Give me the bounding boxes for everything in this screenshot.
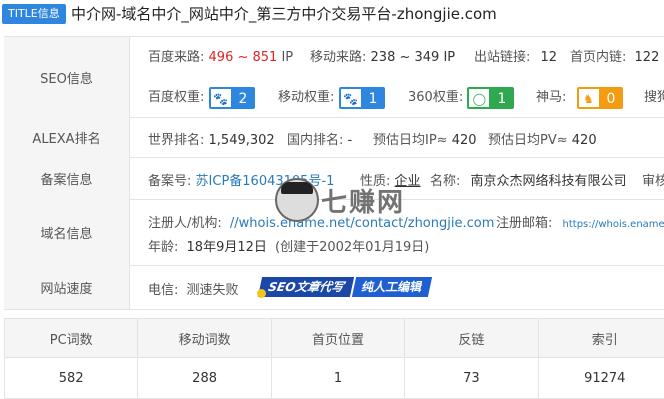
alexa-row: ALEXA排名 世界排名: 1,549,302 国内排名: - 预估日均IP≈ … bbox=[4, 117, 664, 158]
mobile-traffic: 移动来路: 238 ~ 349 IP bbox=[310, 46, 455, 65]
paw-icon: 🐾 bbox=[210, 88, 232, 108]
stats-header-mobile: 移动词数 bbox=[138, 319, 271, 358]
paw-icon: 🐾 bbox=[340, 88, 362, 108]
alexa-label: ALEXA排名 bbox=[4, 117, 130, 157]
icp-label: 备案信息 bbox=[4, 157, 130, 199]
inbound-links: 首页内链: 122 bbox=[570, 46, 659, 65]
stats-value-row: 582 288 1 73 91274 bbox=[5, 358, 664, 399]
seo-label: SEO信息 bbox=[4, 37, 130, 117]
watermark-text: 七赚网 bbox=[321, 182, 405, 219]
ad-right-label: 纯人工编辑 bbox=[352, 277, 432, 297]
title-bar: TITLE信息 中介网-域名中介_网站中介_第三方中介交易平台-zhongjie… bbox=[0, 0, 664, 28]
horse-icon: ♞ bbox=[578, 88, 600, 108]
mobile-weight: 移动权重: 🐾1 bbox=[278, 86, 385, 109]
daily-pv: 预估日均PV≈ 420 bbox=[488, 129, 597, 148]
stats-value-home-position: 1 bbox=[271, 358, 404, 399]
sogou-weight: 搜狗 bbox=[644, 86, 664, 105]
stats-value-pc: 582 bbox=[5, 358, 138, 399]
icp-name: 名称: 南京众杰网络科技有限公司 bbox=[430, 170, 627, 189]
page-title: 中介网-域名中介_网站中介_第三方中介交易平台-zhongjie.com bbox=[71, 3, 497, 24]
icp-review: 审核 bbox=[642, 170, 664, 189]
stats-table: PC词数 移动词数 首页位置 反链 索引 582 288 1 73 91274 bbox=[4, 318, 664, 399]
stats-header-pc: PC词数 bbox=[5, 319, 138, 358]
registrant-email-link[interactable]: https://whois.ename.n bbox=[563, 219, 664, 230]
mobile-traffic-value: 238 ~ 349 IP bbox=[371, 50, 456, 65]
360-ring-icon: ◯ bbox=[468, 88, 490, 108]
registrant-email: 注册邮箱: https://whois.ename.n bbox=[496, 212, 664, 231]
stats-value-index: 91274 bbox=[538, 358, 664, 399]
stats-value-mobile: 288 bbox=[138, 358, 271, 399]
stats-header-backlinks: 反链 bbox=[405, 319, 538, 358]
weight-360: 360权重: ◯1 bbox=[408, 86, 514, 109]
ad-dot-icon bbox=[257, 289, 266, 298]
baidu-weight-badge[interactable]: 🐾2 bbox=[209, 87, 256, 109]
world-rank: 世界排名: 1,549,302 bbox=[148, 129, 275, 148]
watermark: 七赚网 bbox=[275, 178, 405, 222]
outbound-links: 出站链接: 12 bbox=[474, 46, 557, 65]
whois-label: 域名信息 bbox=[4, 199, 130, 265]
daily-ip: 预估日均IP≈ 420 bbox=[373, 129, 477, 148]
baidu-weight: 百度权重: 🐾2 bbox=[148, 86, 255, 109]
stats-header-index: 索引 bbox=[538, 319, 664, 358]
ad-left-label: SEO文章代写 bbox=[258, 277, 354, 297]
baidu-traffic: 百度来路: 496 ~ 851 IP bbox=[148, 46, 293, 65]
stats-value-backlinks: 73 bbox=[405, 358, 538, 399]
title-tag: TITLE信息 bbox=[2, 4, 66, 24]
shenma-weight-badge[interactable]: ♞0 bbox=[577, 87, 624, 109]
site-info-panel: SEO信息 百度来路: 496 ~ 851 IP 移动来路: 238 ~ 349… bbox=[4, 36, 664, 310]
seo-row: SEO信息 百度来路: 496 ~ 851 IP 移动来路: 238 ~ 349… bbox=[4, 37, 664, 118]
baidu-traffic-value: 496 ~ 851 bbox=[209, 50, 278, 65]
weight-360-badge[interactable]: ◯1 bbox=[467, 87, 514, 109]
shenma-weight: 神马: ♞0 bbox=[536, 86, 623, 109]
seo-ad-banner[interactable]: SEO文章代写 纯人工编辑 bbox=[260, 277, 432, 297]
mobile-weight-badge[interactable]: 🐾1 bbox=[339, 87, 386, 109]
telecom-speed: 电信: 测速失败 bbox=[148, 279, 239, 298]
domestic-rank: 国内排名: - bbox=[287, 129, 352, 148]
speed-label: 网站速度 bbox=[4, 265, 130, 309]
stats-header-home-position: 首页位置 bbox=[271, 319, 404, 358]
domain-age: 年龄: 18年9月12日 (创建于2002年01月19日) bbox=[148, 236, 429, 255]
mascot-icon bbox=[275, 178, 319, 222]
stats-header-row: PC词数 移动词数 首页位置 反链 索引 bbox=[5, 319, 664, 358]
